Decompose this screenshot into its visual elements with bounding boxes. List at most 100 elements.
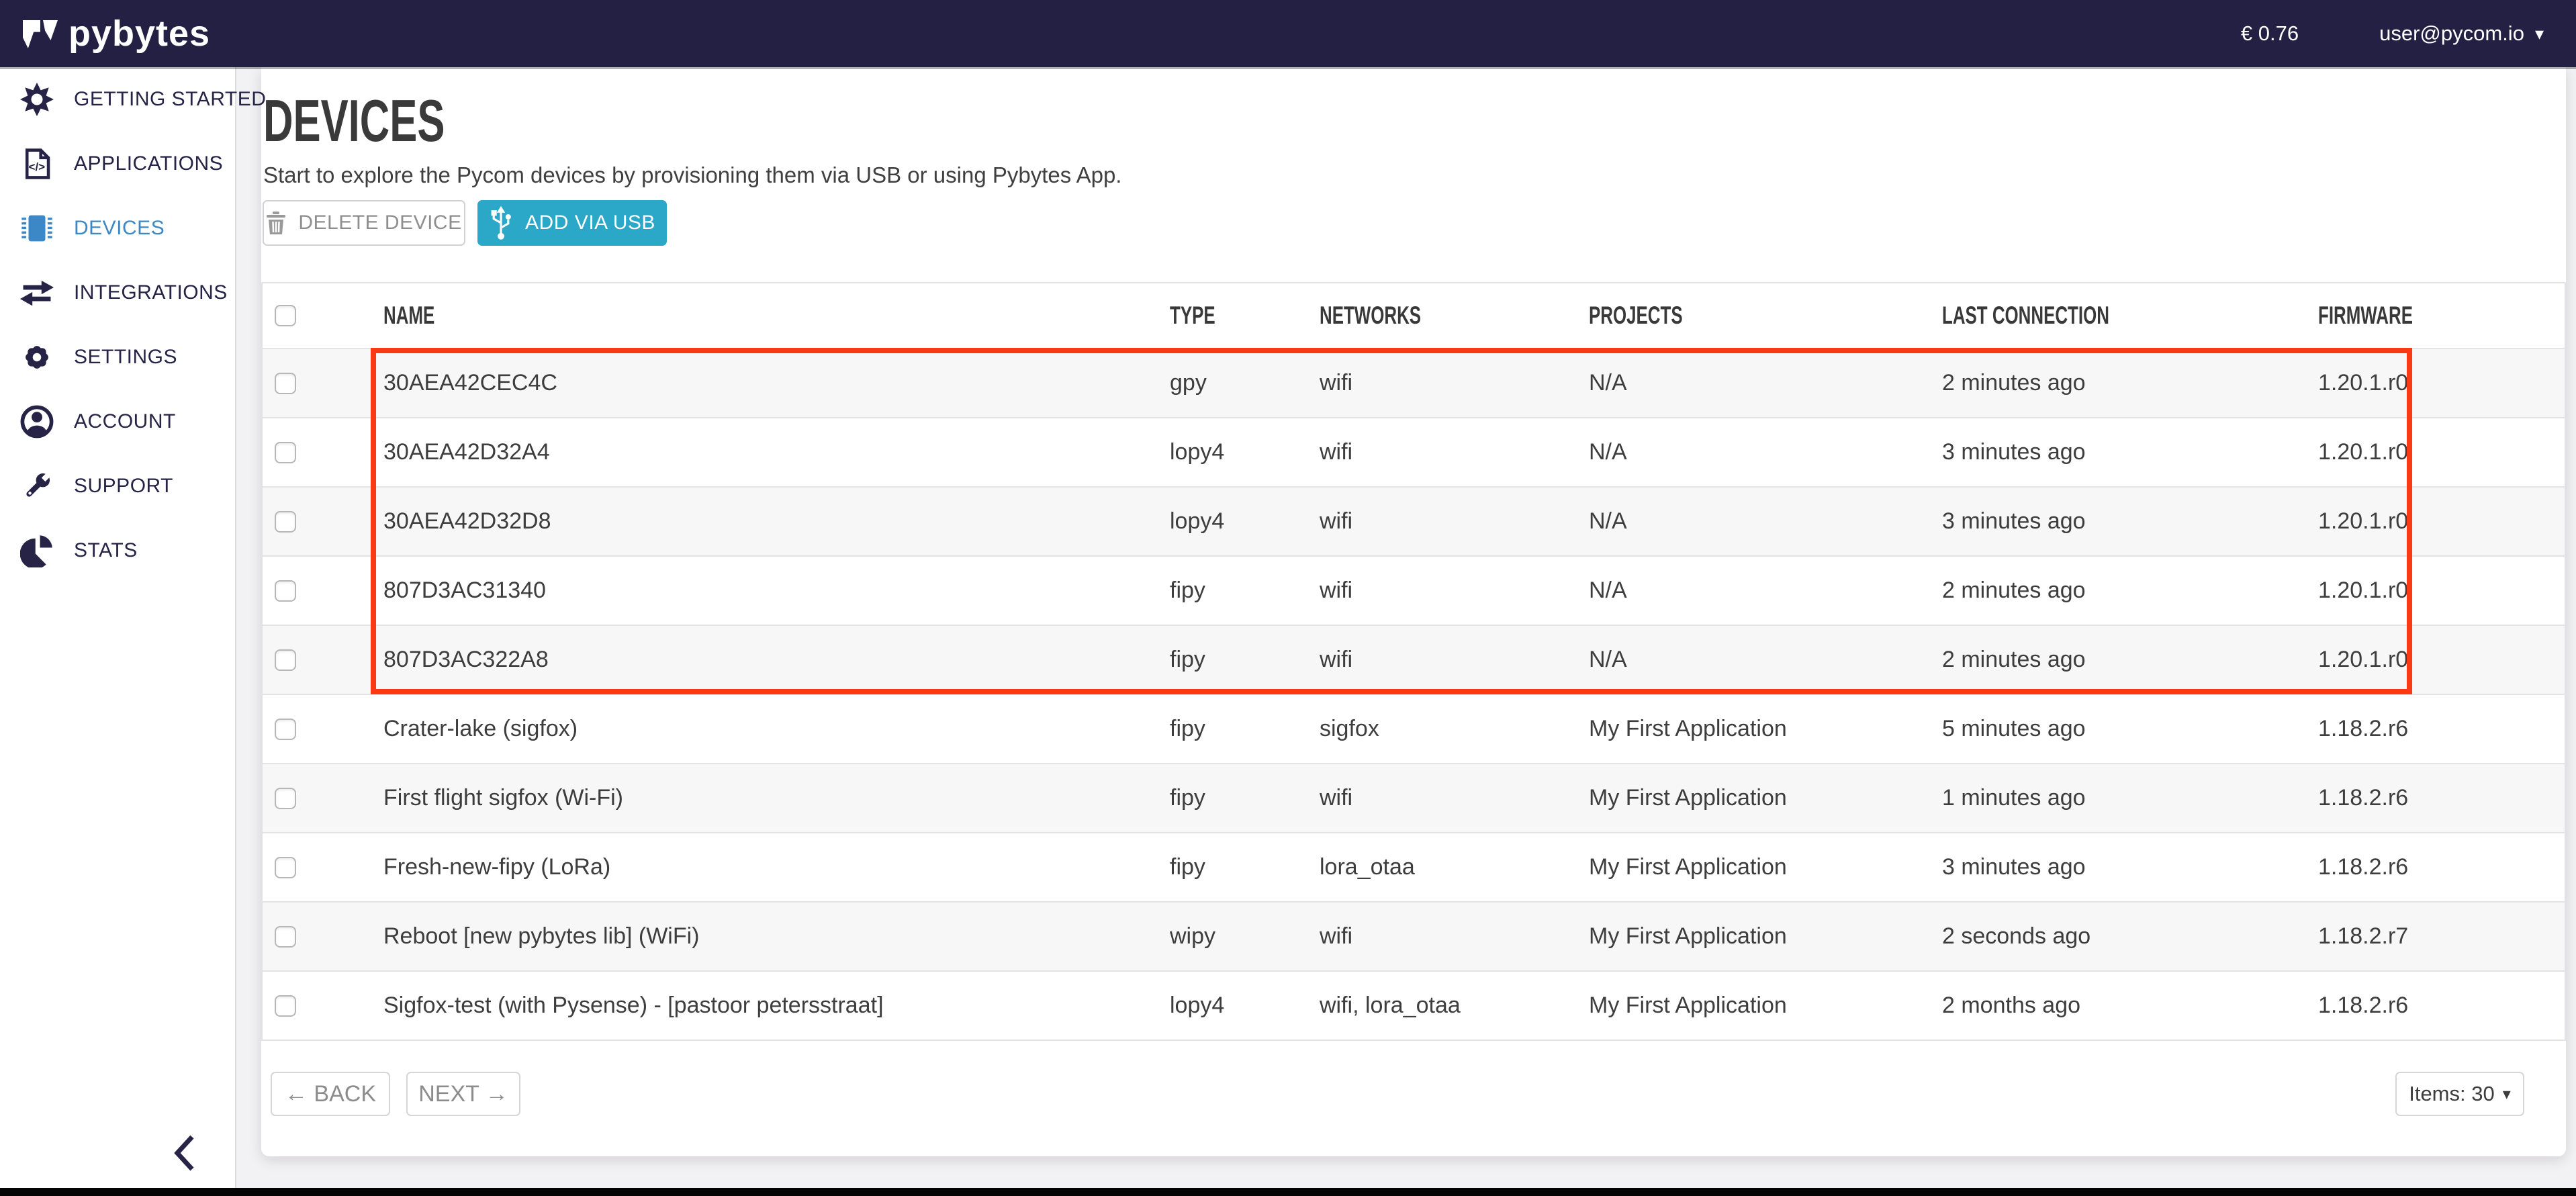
sun-icon <box>20 83 54 116</box>
device-networks-cell: wifi <box>1320 439 1589 465</box>
device-projects-cell: N/A <box>1589 370 1942 396</box>
table-row[interactable]: 807D3AC322A8 fipy wifi N/A 2 minutes ago… <box>263 625 2565 694</box>
device-projects-cell: N/A <box>1589 439 1942 465</box>
items-per-page-label: Items: 30 <box>2409 1082 2495 1106</box>
column-header-type: TYPE <box>1170 302 1215 330</box>
table-header-row: NAME TYPE NETWORKS PROJECTS LAST CONNECT… <box>263 283 2565 348</box>
device-last-connection-cell: 3 minutes ago <box>1942 508 2318 535</box>
device-projects-cell: My First Application <box>1589 854 1942 880</box>
device-last-connection-cell: 2 minutes ago <box>1942 578 2318 604</box>
device-name-cell: First flight sigfox (Wi-Fi) <box>383 785 1170 811</box>
delete-device-button[interactable]: DELETE DEVICE <box>263 200 465 246</box>
sidebar-item-label: GETTING STARTED <box>74 88 266 111</box>
chevron-down-icon: ▾ <box>2503 1085 2511 1104</box>
device-last-connection-cell: 1 minutes ago <box>1942 785 2318 811</box>
table-row[interactable]: Sigfox-test (with Pysense) - [pastoor pe… <box>263 970 2565 1040</box>
device-projects-cell: My First Application <box>1589 785 1942 811</box>
row-checkbox-cell <box>263 719 383 740</box>
sidebar-item-integrations[interactable]: INTEGRATIONS <box>0 261 235 325</box>
sidebar-item-settings[interactable]: SETTINGS <box>0 325 235 389</box>
device-firmware-cell: 1.20.1.r0 <box>2318 439 2565 465</box>
table-row[interactable]: 30AEA42CEC4C gpy wifi N/A 2 minutes ago … <box>263 348 2565 417</box>
table-row[interactable]: Crater-lake (sigfox) fipy sigfox My Firs… <box>263 694 2565 763</box>
sidebar-collapse-button[interactable] <box>169 1132 200 1175</box>
table-row[interactable]: Fresh-new-fipy (LoRa) fipy lora_otaa My … <box>263 832 2565 901</box>
device-name-cell: 807D3AC322A8 <box>383 647 1170 673</box>
arrows-exchange-icon <box>20 276 54 310</box>
row-checkbox-cell <box>263 788 383 809</box>
sidebar-item-label: DEVICES <box>74 217 165 240</box>
user-icon <box>20 405 54 439</box>
table-row[interactable]: 30AEA42D32D8 lopy4 wifi N/A 3 minutes ag… <box>263 486 2565 555</box>
page-subtitle: Start to explore the Pycom devices by pr… <box>263 163 1121 188</box>
add-via-usb-button[interactable]: ADD VIA USB <box>477 200 667 246</box>
sidebar-item-label: SUPPORT <box>74 475 173 498</box>
row-checkbox[interactable] <box>275 442 296 463</box>
device-type-cell: fipy <box>1170 854 1320 880</box>
row-checkbox-cell <box>263 649 383 671</box>
sidebar-item-label: ACCOUNT <box>74 410 176 433</box>
device-firmware-cell: 1.18.2.r6 <box>2318 854 2565 880</box>
device-networks-cell: lora_otaa <box>1320 854 1589 880</box>
device-name-cell: 30AEA42D32A4 <box>383 439 1170 465</box>
device-firmware-cell: 1.18.2.r7 <box>2318 923 2565 950</box>
device-projects-cell: N/A <box>1589 578 1942 604</box>
sidebar-item-getting-started[interactable]: GETTING STARTED <box>0 67 235 132</box>
bottom-edge-bar <box>0 1188 2576 1196</box>
row-checkbox[interactable] <box>275 719 296 740</box>
device-name-cell: 30AEA42D32D8 <box>383 508 1170 535</box>
sidebar-item-stats[interactable]: STATS <box>0 518 235 583</box>
device-last-connection-cell: 5 minutes ago <box>1942 716 2318 742</box>
table-row[interactable]: Reboot [new pybytes lib] (WiFi) wipy wif… <box>263 901 2565 970</box>
device-last-connection-cell: 3 minutes ago <box>1942 854 2318 880</box>
table-row[interactable]: 30AEA42D32A4 lopy4 wifi N/A 3 minutes ag… <box>263 417 2565 486</box>
device-type-cell: lopy4 <box>1170 508 1320 535</box>
row-checkbox-cell <box>263 857 383 878</box>
trash-icon <box>266 212 286 234</box>
row-checkbox[interactable] <box>275 649 296 671</box>
row-checkbox[interactable] <box>275 857 296 878</box>
next-button[interactable]: NEXT → <box>406 1072 520 1116</box>
back-button[interactable]: ← BACK <box>271 1072 390 1116</box>
device-name-cell: 807D3AC31340 <box>383 578 1170 604</box>
pybytes-logo[interactable]: pybytes <box>0 13 210 54</box>
device-projects-cell: My First Application <box>1589 716 1942 742</box>
column-header-projects: PROJECTS <box>1589 302 1683 330</box>
row-checkbox[interactable] <box>275 995 296 1017</box>
items-per-page-dropdown[interactable]: Items: 30 ▾ <box>2395 1072 2524 1116</box>
user-menu[interactable]: user@pycom.io ▾ <box>2379 21 2544 46</box>
row-checkbox[interactable] <box>275 511 296 533</box>
device-projects-cell: My First Application <box>1589 993 1942 1019</box>
sidebar-item-devices[interactable]: DEVICES <box>0 196 235 261</box>
pie-chart-icon <box>20 534 54 567</box>
device-firmware-cell: 1.20.1.r0 <box>2318 508 2565 535</box>
top-bar: pybytes € 0.76 user@pycom.io ▾ <box>0 0 2576 67</box>
device-networks-cell: wifi <box>1320 785 1589 811</box>
device-type-cell: fipy <box>1170 578 1320 604</box>
column-header-last-connection: LAST CONNECTION <box>1942 302 2109 330</box>
row-checkbox[interactable] <box>275 580 296 602</box>
pycom-logo-icon <box>23 19 58 48</box>
sidebar-item-account[interactable]: ACCOUNT <box>0 389 235 454</box>
row-checkbox-cell <box>263 511 383 533</box>
row-checkbox[interactable] <box>275 373 296 394</box>
device-type-cell: fipy <box>1170 647 1320 673</box>
sidebar-item-applications[interactable]: </> APPLICATIONS <box>0 132 235 196</box>
select-all-checkbox[interactable] <box>275 305 296 326</box>
device-name-cell: Sigfox-test (with Pysense) - [pastoor pe… <box>383 993 1170 1019</box>
table-row[interactable]: First flight sigfox (Wi-Fi) fipy wifi My… <box>263 763 2565 832</box>
device-last-connection-cell: 2 minutes ago <box>1942 647 2318 673</box>
row-checkbox[interactable] <box>275 788 296 809</box>
column-header-firmware: FIRMWARE <box>2318 302 2413 330</box>
row-checkbox[interactable] <box>275 926 296 948</box>
device-projects-cell: N/A <box>1589 647 1942 673</box>
table-row[interactable]: 807D3AC31340 fipy wifi N/A 2 minutes ago… <box>263 555 2565 625</box>
column-header-networks: NETWORKS <box>1320 302 1421 330</box>
sidebar-item-label: INTEGRATIONS <box>74 281 228 304</box>
sidebar-item-label: APPLICATIONS <box>74 152 223 175</box>
device-networks-cell: wifi, lora_otaa <box>1320 993 1589 1019</box>
chevron-down-icon: ▾ <box>2535 24 2544 44</box>
device-type-cell: fipy <box>1170 716 1320 742</box>
sidebar-item-support[interactable]: SUPPORT <box>0 454 235 518</box>
page-title: DEVICES <box>263 91 522 150</box>
